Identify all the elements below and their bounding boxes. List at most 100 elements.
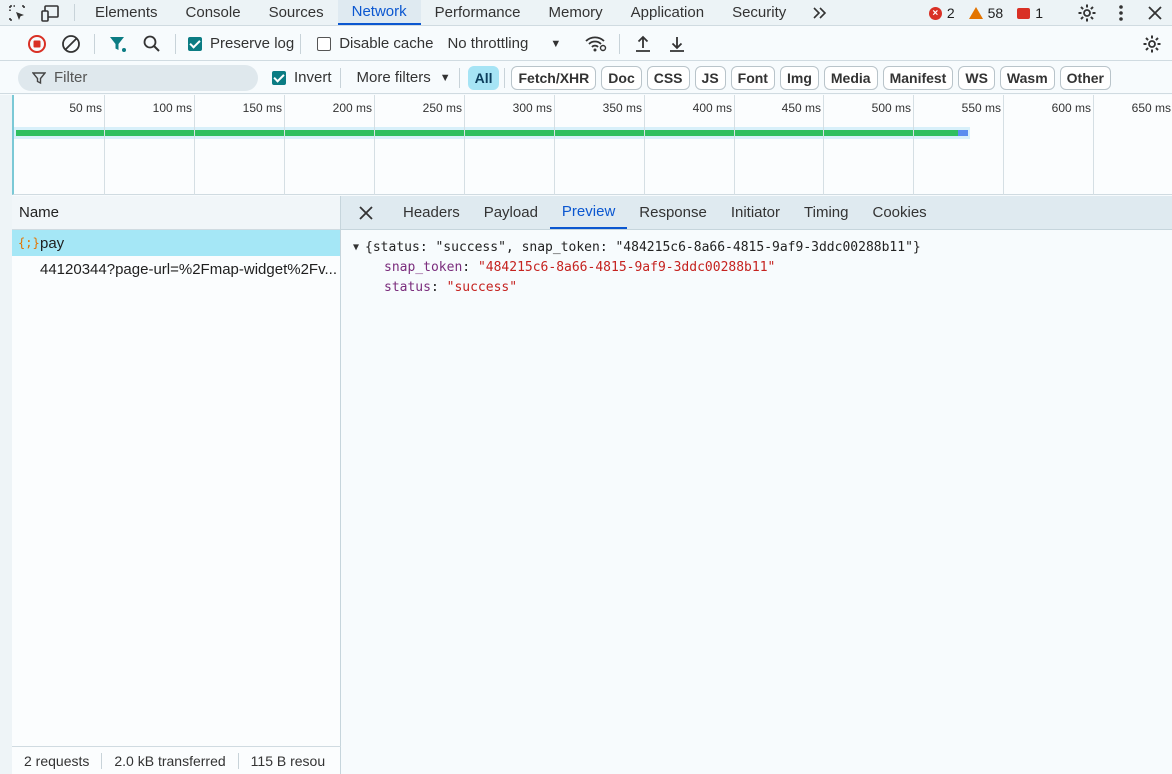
tab-sources[interactable]: Sources [255,0,338,25]
clear-icon[interactable] [54,30,88,58]
tab-performance[interactable]: Performance [421,0,535,25]
throttling-value: No throttling [447,35,529,52]
request-row-page-url[interactable]: 44120344?page-url=%2Fmap-widget%2Fv... [12,256,340,282]
device-toolbar-icon[interactable] [34,0,68,25]
tick-label: 500 ms [871,101,911,115]
timeline-tick: 300 ms [513,95,555,195]
import-har-icon[interactable] [626,30,660,58]
tab-console[interactable]: Console [172,0,255,25]
chip-other[interactable]: Other [1059,65,1111,90]
timeline-tick: 350 ms [603,95,645,195]
timeline-tick: 500 ms [872,95,914,195]
divider [94,33,95,54]
divider [458,67,460,88]
request-detail-panel: Headers Payload Preview Response Initiat… [341,196,1172,774]
chip-all[interactable]: All [467,65,500,90]
json-key: status [384,280,431,295]
resources-size: 115 B resou [250,752,326,769]
json-root-node[interactable]: ▼ {status: "success", snap_token: "48421… [353,238,1172,258]
detail-tabs: Headers Payload Preview Response Initiat… [341,196,1172,230]
tick-label: 550 ms [961,101,1001,115]
caret-down-icon: ▼ [439,71,451,84]
network-conditions-icon[interactable] [579,30,613,58]
tick-label: 150 ms [242,101,282,115]
divider [339,67,341,88]
disable-cache-label: Disable cache [339,35,434,52]
warning-count-badge[interactable]: 58 [968,5,1003,21]
more-filters-dropdown[interactable]: More filters ▼ [357,69,451,86]
chip-js[interactable]: JS [694,65,726,90]
settings-gear-icon[interactable] [1070,3,1104,23]
tab-elements[interactable]: Elements [81,0,172,25]
close-devtools-icon[interactable] [1138,6,1172,20]
timeline-overview[interactable]: 50 ms 100 ms 150 ms 200 ms 250 ms 300 ms… [12,95,1172,195]
tab-memory[interactable]: Memory [535,0,617,25]
tab-cookies[interactable]: Cookies [860,196,938,229]
kebab-menu-icon[interactable] [1104,4,1138,22]
filter-input[interactable]: Filter [18,64,258,91]
invert-checkbox[interactable]: Invert [272,69,332,86]
chip-css[interactable]: CSS [646,65,690,90]
timeline-tick: 550 ms [962,95,1004,195]
error-count: 2 [946,5,955,21]
json-summary-text: {status: "success", snap_token: "484215c… [365,240,921,255]
chip-wasm[interactable]: Wasm [999,65,1055,90]
throttling-select[interactable]: No throttling ▼ [447,35,561,52]
chip-font[interactable]: Font [730,65,775,90]
timeline-tick: 150 ms [243,95,285,195]
stop-recording-icon[interactable] [20,30,54,58]
chip-img[interactable]: Img [779,65,819,90]
request-row-pay[interactable]: {;} pay [12,230,340,256]
json-request-icon: {;} [18,236,40,250]
name-column-label: Name [19,204,60,221]
tick-label: 300 ms [512,101,552,115]
tab-security[interactable]: Security [718,0,800,25]
chip-ws[interactable]: WS [958,65,995,90]
timeline-request-bar [16,130,958,136]
expand-triangle-icon[interactable]: ▼ [353,238,359,258]
divider [619,33,621,54]
error-icon: × [928,6,942,20]
tick-label: 450 ms [781,101,821,115]
preserve-log-checkbox[interactable]: Preserve log [188,35,294,52]
issues-count: 1 [1035,5,1043,21]
tab-network[interactable]: Network [337,0,421,25]
page-gutter [0,95,12,774]
issue-icon [1017,7,1031,19]
tab-payload[interactable]: Payload [472,196,550,229]
tab-headers[interactable]: Headers [391,196,472,229]
timeline-tick: 50 ms [69,95,105,195]
network-settings-gear-icon[interactable] [1138,30,1166,58]
filter-toggle-icon[interactable] [101,30,135,58]
export-har-icon[interactable] [660,30,694,58]
chip-media[interactable]: Media [823,65,878,90]
tab-preview[interactable]: Preview [549,196,628,229]
tab-timing[interactable]: Timing [792,196,860,229]
checkbox-checked-icon [188,36,202,51]
tab-response[interactable]: Response [627,196,719,229]
more-filters-label: More filters [356,69,431,86]
tab-application[interactable]: Application [617,0,718,25]
close-detail-icon[interactable] [341,196,391,229]
issues-count-badge[interactable]: 1 [1017,5,1043,21]
more-tabs-icon[interactable] [800,0,840,25]
json-preview: ▼ {status: "success", snap_token: "48421… [341,230,1172,298]
tick-label: 600 ms [1051,101,1091,115]
inspect-element-icon[interactable] [0,0,34,25]
tab-initiator[interactable]: Initiator [719,196,792,229]
transferred-size: 2.0 kB transferred [102,752,239,769]
chip-manifest[interactable]: Manifest [882,65,954,90]
chip-fetch-xhr[interactable]: Fetch/XHR [511,65,597,90]
divider [74,4,75,21]
search-icon[interactable] [135,30,169,58]
timeline-tick: 600 ms [1052,95,1094,195]
chip-doc[interactable]: Doc [601,65,642,90]
name-column-header[interactable]: Name [12,196,340,230]
error-count-badge[interactable]: × 2 [928,5,955,21]
request-list: Name {;} pay 44120344?page-url=%2Fmap-wi… [12,196,341,774]
disable-cache-checkbox[interactable]: Disable cache [317,35,433,52]
timeline-tick: 100 ms [153,95,195,195]
network-toolbar: Preserve log Disable cache No throttling… [0,27,1172,61]
summary-bar: 2 requests 2.0 kB transferred 115 B reso… [12,746,341,774]
request-count: 2 requests [12,752,103,769]
